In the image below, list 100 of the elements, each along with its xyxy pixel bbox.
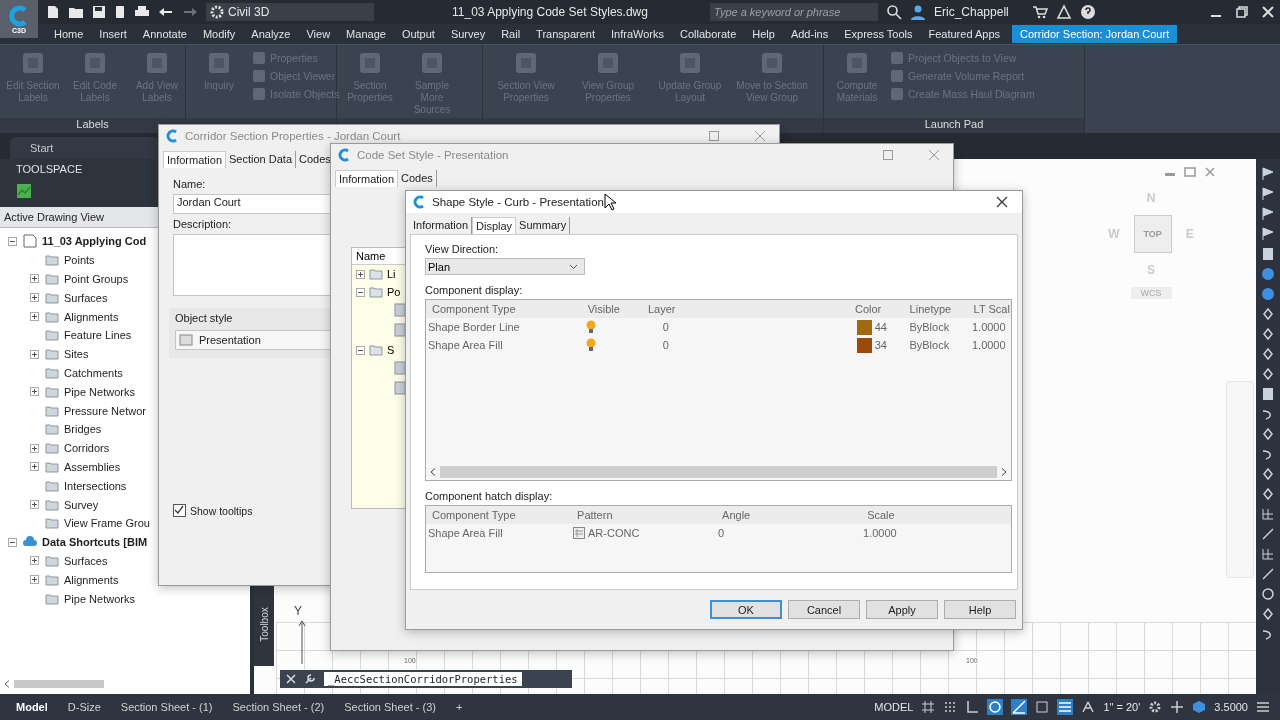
layout-tab[interactable]: Section Sheet - (2)	[226, 701, 331, 713]
grid-icon[interactable]	[921, 700, 936, 714]
flag-icon[interactable]	[1261, 207, 1275, 221]
grid-icon[interactable]	[1261, 547, 1275, 561]
ribbon-tab[interactable]: Express Tools	[836, 25, 921, 43]
ribbon-tab[interactable]: Help	[744, 25, 783, 43]
sheet-icon[interactable]	[1261, 387, 1275, 401]
checkbox[interactable]	[173, 504, 186, 517]
tree-item[interactable]: Surfaces	[64, 291, 108, 304]
expander-icon[interactable]	[30, 274, 39, 284]
column-header[interactable]: Pattern	[571, 509, 717, 521]
user-icon[interactable]	[910, 4, 926, 20]
ribbon-tab[interactable]: Analyze	[243, 25, 299, 43]
point-icon[interactable]	[1261, 427, 1275, 441]
scroll-left-icon[interactable]	[4, 680, 10, 688]
tree-item[interactable]: Intersections	[64, 479, 127, 492]
scrollbar[interactable]	[14, 680, 104, 688]
column-header[interactable]: Component Type	[426, 303, 582, 315]
point-icon[interactable]	[1261, 327, 1275, 341]
gear-icon[interactable]	[1148, 700, 1163, 714]
ortho-icon[interactable]	[965, 700, 980, 714]
tree-item[interactable]: Feature Lines	[64, 329, 132, 342]
point-icon[interactable]	[1261, 467, 1275, 481]
ribbon-tab[interactable]: Manage	[338, 25, 394, 43]
line-icon[interactable]	[1261, 527, 1275, 541]
tree-item[interactable]: View Frame Grou	[64, 517, 150, 530]
scroll-right-icon[interactable]	[1001, 468, 1007, 476]
menu-icon[interactable]	[1256, 700, 1270, 714]
expander-icon[interactable]	[30, 575, 39, 585]
redo-icon[interactable]	[182, 6, 198, 18]
tree-item[interactable]: Survey	[64, 498, 99, 511]
flag-icon[interactable]	[1261, 187, 1275, 201]
tree-item[interactable]: Data Shortcuts [BIM	[42, 536, 148, 549]
phone-icon[interactable]	[114, 5, 126, 19]
scroll-left-icon[interactable]	[430, 468, 436, 476]
lightbulb-icon[interactable]	[586, 320, 597, 334]
dialog-tab[interactable]: Information	[163, 151, 227, 168]
annotation-scale[interactable]: 1" = 20'	[1103, 701, 1141, 713]
dialog-button[interactable]: OK	[710, 600, 782, 619]
cart-icon[interactable]	[1032, 5, 1048, 19]
checkbox-label[interactable]: Show tooltips	[190, 504, 253, 517]
expander-icon[interactable]	[8, 537, 17, 547]
add-layout-button[interactable]: +	[449, 701, 469, 713]
column-header[interactable]: LT Scal	[967, 303, 1011, 315]
snap-icon[interactable]	[943, 700, 958, 714]
save-icon[interactable]	[92, 5, 106, 19]
elevation-value[interactable]: 3.5000	[1214, 701, 1248, 713]
point-icon[interactable]	[1261, 307, 1275, 321]
layout-tab[interactable]: Model	[10, 701, 54, 713]
circle-icon[interactable]	[1261, 587, 1275, 601]
expander-icon[interactable]	[356, 287, 365, 297]
expander-icon[interactable]	[8, 236, 17, 246]
dialog-button[interactable]: Apply	[866, 600, 938, 619]
print-icon[interactable]	[134, 5, 150, 19]
line-icon[interactable]	[1261, 567, 1275, 581]
dialog-button[interactable]: Cancel	[788, 600, 860, 619]
ribbon-tab[interactable]: Featured Apps	[920, 25, 1009, 43]
color-swatch[interactable]	[856, 319, 872, 335]
expander-icon[interactable]	[356, 269, 365, 279]
expander-icon[interactable]	[30, 556, 39, 566]
column-header[interactable]: Layer	[641, 303, 849, 315]
ribbon-tab[interactable]: Add-ins	[782, 25, 837, 43]
expander-icon[interactable]	[30, 349, 39, 359]
dialog-tab[interactable]: Section Data	[226, 151, 296, 168]
tree-item[interactable]: Pressure Networ	[64, 404, 146, 417]
expander-icon[interactable]	[356, 345, 365, 355]
wrench-icon[interactable]	[304, 673, 316, 685]
model-space-button[interactable]: MODEL	[874, 701, 914, 713]
tree-item[interactable]: Bridges	[64, 423, 102, 436]
layout-tab[interactable]: Section Sheet - (1)	[114, 701, 219, 713]
point-icon[interactable]	[1261, 607, 1275, 621]
dialog-tab[interactable]: Display	[472, 217, 517, 234]
user-name[interactable]: Eric_Chappell	[934, 5, 1024, 19]
layout-tab[interactable]: D-Size	[61, 701, 107, 713]
tree-item[interactable]: Sites	[64, 348, 89, 361]
ribbon-tab[interactable]: Survey	[442, 25, 494, 43]
expander-icon[interactable]	[30, 462, 39, 472]
dialog-tab[interactable]: Codes	[398, 170, 437, 187]
column-header[interactable]: Component Type	[426, 509, 572, 521]
ribbon-tab[interactable]: Corridor Section: Jordan Court	[1012, 25, 1178, 43]
restore-icon[interactable]	[1236, 6, 1248, 18]
column-header[interactable]: Angle	[716, 509, 862, 521]
tree-item[interactable]: Points	[64, 254, 95, 267]
new-file-icon[interactable]	[46, 5, 60, 19]
undo-icon[interactable]	[158, 6, 174, 18]
expander-icon[interactable]	[30, 293, 39, 303]
flag-icon[interactable]	[1261, 167, 1275, 181]
lightbulb-icon[interactable]	[586, 338, 597, 352]
layout-tab[interactable]: Section Sheet - (3)	[338, 701, 442, 713]
tree-item[interactable]: Po	[387, 286, 401, 298]
column-header[interactable]: Scale	[861, 509, 1011, 521]
globe-icon[interactable]	[1261, 287, 1275, 301]
point-icon[interactable]	[1261, 367, 1275, 381]
angle-icon[interactable]	[1011, 699, 1028, 715]
tree-item[interactable]: 11_03 Applying Cod	[42, 235, 147, 248]
help-icon[interactable]	[1080, 4, 1096, 20]
point-icon[interactable]	[1261, 487, 1275, 501]
tree-item[interactable]: Assemblies	[64, 460, 121, 473]
column-header[interactable]: Color	[848, 303, 904, 315]
tree-item[interactable]: Surfaces	[64, 554, 108, 567]
